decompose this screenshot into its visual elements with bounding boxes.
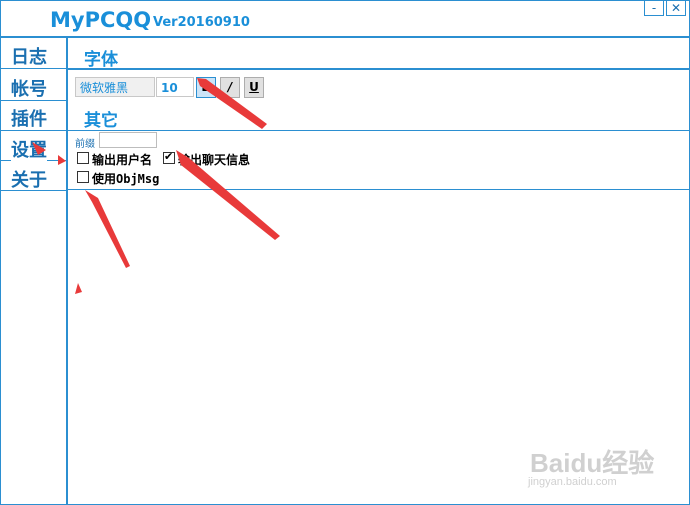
annotation-arrow [75,283,82,294]
annotation-arrows [32,78,280,294]
annotation-arrow [58,155,66,165]
annotation-arrow [176,150,280,240]
watermark-brand: Baidu经验 [530,448,655,478]
annotation-arrow [32,142,46,155]
watermark-url: jingyan.baidu.com [528,476,617,488]
annotation-arrow [197,78,267,129]
annotation-arrow [85,190,130,268]
